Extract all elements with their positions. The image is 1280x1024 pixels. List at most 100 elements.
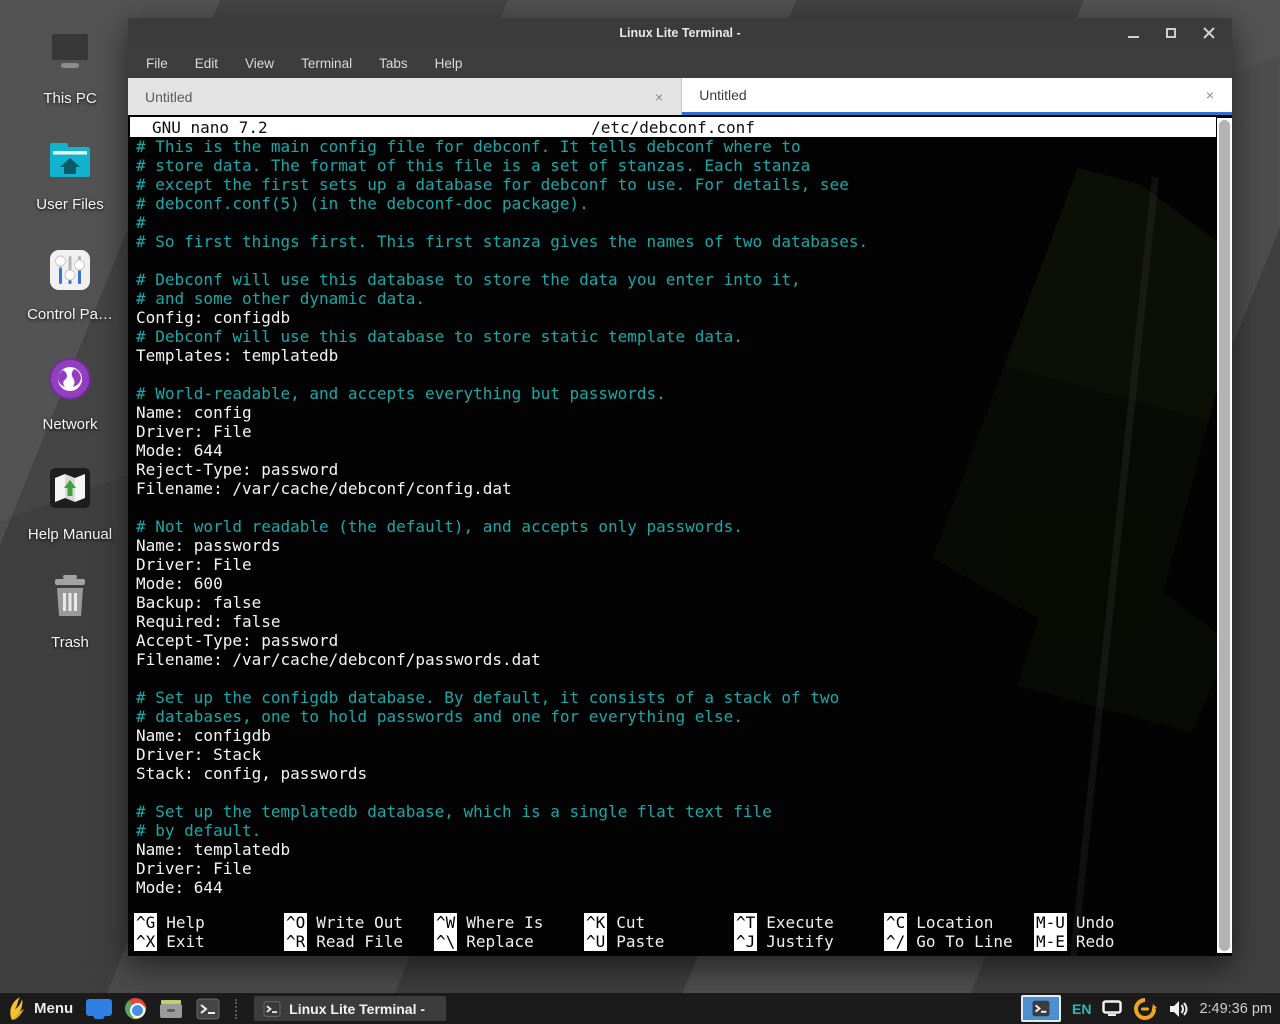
editor-line: Mode: 600 <box>136 574 1232 593</box>
shortcut-key: ^\ <box>434 932 457 951</box>
tab-bar: Untitled × Untitled × <box>128 78 1232 115</box>
shortcut-label: Read File <box>316 932 403 951</box>
editor-line: Backup: false <box>136 593 1232 612</box>
editor-line <box>136 498 1232 517</box>
editor-line: Reject-Type: password <box>136 460 1232 479</box>
keyboard-layout-indicator[interactable]: EN <box>1072 1001 1091 1017</box>
nano-shortcut: ^T Execute <box>734 913 884 932</box>
editor-line: # Set up the templatedb database, which … <box>136 802 1232 821</box>
nano-shortcut: ^G Help <box>134 913 284 932</box>
shortcut-label: Undo <box>1076 913 1115 932</box>
tray-terminal-icon[interactable] <box>1021 995 1061 1022</box>
linux-lite-logo-icon <box>8 997 26 1021</box>
terminal-scrollbar[interactable] <box>1217 118 1232 953</box>
editor-line <box>136 669 1232 688</box>
menu-label: Menu <box>34 1000 73 1017</box>
nano-file-path: /etc/debconf.conf <box>130 118 1216 137</box>
nano-shortcut: ^J Justify <box>734 932 884 951</box>
desktop-icon-control-panel[interactable]: Control Pa… <box>16 244 124 323</box>
maximize-button[interactable] <box>1158 21 1184 45</box>
editor-line: Driver: File <box>136 422 1232 441</box>
menu-button[interactable]: Menu <box>8 997 73 1021</box>
editor-line: # Debconf will use this database to stor… <box>136 270 1232 289</box>
system-tray: EN 2:49:36 pm <box>1021 995 1272 1022</box>
menu-item[interactable]: File <box>146 56 168 71</box>
desktop-pager-icon[interactable] <box>86 999 112 1019</box>
editor-line: # So first things first. This first stan… <box>136 232 1232 251</box>
desktop-icon-trash[interactable]: Trash <box>16 570 124 651</box>
shortcut-key: ^J <box>734 932 757 951</box>
editor-line: # World-readable, and accepts everything… <box>136 384 1232 403</box>
chrome-icon <box>125 998 146 1019</box>
close-button[interactable] <box>1196 21 1222 45</box>
tab-label: Untitled <box>145 89 651 105</box>
editor-line <box>136 251 1232 270</box>
shortcut-label: Help <box>166 913 205 932</box>
minimize-button[interactable] <box>1120 21 1146 45</box>
menu-item[interactable]: Edit <box>195 56 218 71</box>
desktop-icon-help-manual[interactable]: Help Manual <box>16 462 124 543</box>
close-icon <box>1203 27 1215 39</box>
chrome-launcher-icon[interactable] <box>125 998 146 1019</box>
clock[interactable]: 2:49:36 pm <box>1199 1001 1272 1017</box>
editor-line: # Set up the configdb database. By defau… <box>136 688 1232 707</box>
editor-line: # debconf.conf(5) (in the debconf-doc pa… <box>136 194 1232 213</box>
editor-line: # Debconf will use this database to stor… <box>136 327 1232 346</box>
shortcut-label: Where Is <box>466 913 543 932</box>
nano-shortcut: ^C Location <box>884 913 1034 932</box>
menu-item[interactable]: Tabs <box>379 56 408 71</box>
taskbar-window-button[interactable]: Linux Lite Terminal - <box>254 996 446 1021</box>
desktop-icon-label: User Files <box>16 196 124 213</box>
shortcut-label: Replace <box>466 932 533 951</box>
display-tray-icon[interactable] <box>1102 1000 1122 1017</box>
menu-item[interactable]: View <box>245 56 274 71</box>
menu-item[interactable]: Help <box>435 56 463 71</box>
editor-line: Mode: 644 <box>136 878 1232 897</box>
shortcut-label: Redo <box>1076 932 1115 951</box>
nano-shortcut: M-U Undo <box>1034 913 1184 932</box>
editor-line: # and some other dynamic data. <box>136 289 1232 308</box>
nano-shortcut: ^O Write Out <box>284 913 434 932</box>
menu-item[interactable]: Terminal <box>301 56 352 71</box>
nano-shortcut: ^R Read File <box>284 932 434 951</box>
terminal-launcher-icon[interactable] <box>196 998 220 1020</box>
tab-close-icon[interactable]: × <box>1202 87 1218 103</box>
editor-line: Name: templatedb <box>136 840 1232 859</box>
shortcut-label: Justify <box>766 932 833 951</box>
tab-untitled-2[interactable]: Untitled × <box>682 78 1232 115</box>
terminal-content[interactable]: /etc/debconf.conf GNU nano 7.2 # This is… <box>128 115 1232 956</box>
shortcut-label: Write Out <box>316 913 403 932</box>
shortcut-key: ^C <box>884 913 907 932</box>
window-titlebar[interactable]: Linux Lite Terminal - <box>128 18 1232 48</box>
shortcut-label: Cut <box>616 913 645 932</box>
desktop-icon-network[interactable]: Network <box>16 354 124 433</box>
desktop-icon-this-pc[interactable]: This PC <box>16 26 124 107</box>
scrollbar-thumb[interactable] <box>1219 120 1230 951</box>
window-title: Linux Lite Terminal - <box>128 26 1232 40</box>
editor-line: Driver: File <box>136 859 1232 878</box>
desktop-icon-label: Control Pa… <box>16 306 124 323</box>
updates-tray-icon[interactable] <box>1133 997 1157 1021</box>
control-panel-icon <box>43 244 97 300</box>
shortcut-key: ^R <box>284 932 307 951</box>
editor-line: Stack: config, passwords <box>136 764 1232 783</box>
tab-close-icon[interactable]: × <box>651 89 667 105</box>
folder-home-icon <box>43 134 97 190</box>
desktop-icon-label: This PC <box>16 90 124 107</box>
file-manager-icon <box>159 998 183 1020</box>
editor-line: # <box>136 213 1232 232</box>
volume-tray-icon[interactable] <box>1168 1000 1188 1018</box>
menu-bar: File Edit View Terminal Tabs Help <box>128 48 1232 78</box>
taskbar: Menu Linux Lite Terminal - <box>0 993 1280 1024</box>
desktop-icon-user-files[interactable]: User Files <box>16 134 124 213</box>
editor-line: # except the first sets up a database fo… <box>136 175 1232 194</box>
shortcut-key: ^/ <box>884 932 907 951</box>
file-manager-launcher-icon[interactable] <box>159 998 183 1020</box>
editor-line: # This is the main config file for debco… <box>136 137 1232 156</box>
shortcut-label: Go To Line <box>916 932 1012 951</box>
editor-line: Filename: /var/cache/debconf/passwords.d… <box>136 650 1232 669</box>
tab-untitled-1[interactable]: Untitled × <box>128 78 682 115</box>
nano-titlebar: /etc/debconf.conf GNU nano 7.2 <box>130 117 1216 137</box>
editor-line: Templates: templatedb <box>136 346 1232 365</box>
shortcut-key: ^X <box>134 932 157 951</box>
